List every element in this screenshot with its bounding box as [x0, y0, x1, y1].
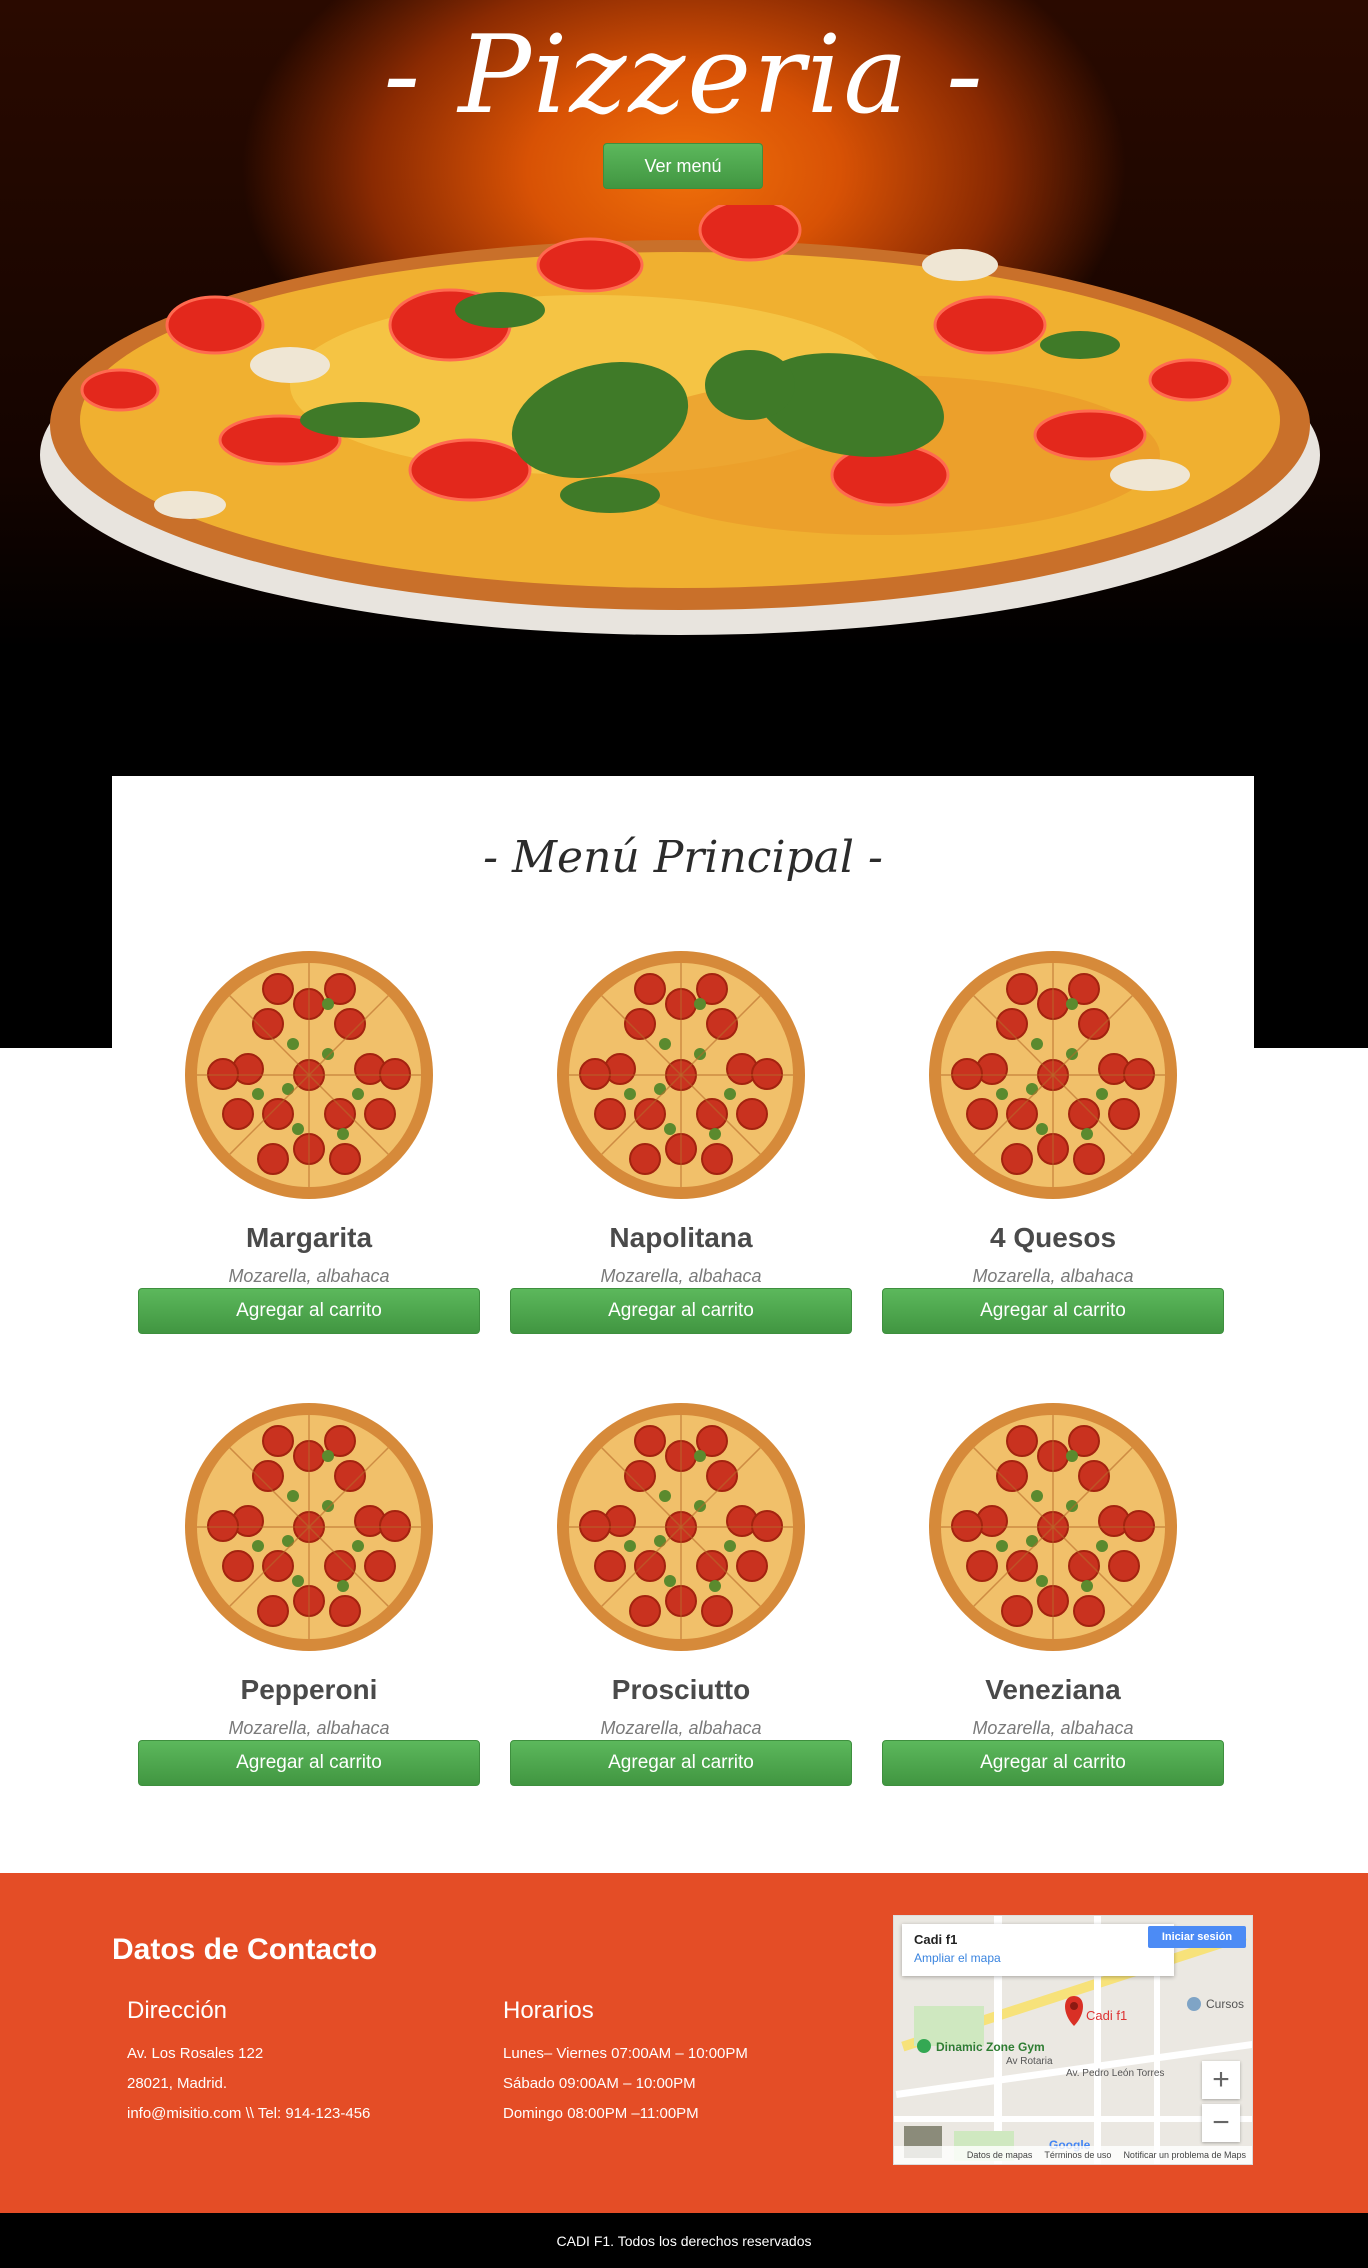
hours-column: Horarios Lunes– Viernes 07:00AM – 10:00P…: [503, 1997, 748, 2129]
hero-title: - Pizzeria -: [383, 13, 985, 138]
address-heading: Dirección: [127, 1997, 228, 2024]
map-poi: Dinamic Zone Gym: [936, 2040, 1045, 2054]
menu-item-name: Veneziana: [985, 1674, 1121, 1705]
address-column: Dirección Av. Los Rosales 122 28021, Mad…: [127, 1997, 370, 2129]
map-terms-link[interactable]: Términos de uso: [1044, 2150, 1111, 2160]
menu-item: 4 Quesos Mozarella, albahaca Agregar al ca…: [882, 944, 1224, 1364]
enlarge-map-link[interactable]: Ampliar el mapa: [914, 1951, 1162, 1965]
menu-item-description: Mozarella, albahaca: [228, 1266, 390, 1286]
pizza-image: [185, 1403, 433, 1651]
hours-line: Sábado 09:00AM – 10:00PM: [503, 2075, 696, 2092]
pizza-image: [929, 951, 1177, 1199]
hours-line: Domingo 08:00PM –11:00PM: [503, 2105, 699, 2122]
map-street: Av. Pedro León Torres: [1066, 2068, 1165, 2079]
add-to-cart-button[interactable]: Agregar al carrito: [882, 1288, 1224, 1334]
zoom-in-button[interactable]: +: [1202, 2061, 1240, 2099]
contact-title: Datos de Contacto: [112, 1933, 378, 1966]
location-map[interactable]: Cadi f1 Ampliar el mapa Iniciar sesión C…: [893, 1915, 1253, 2165]
menu-item-description: Mozarella, albahaca: [600, 1718, 762, 1738]
menu-item-name: 4 Quesos: [989, 1222, 1117, 1253]
pizza-image: [557, 1403, 805, 1651]
map-street: Av Rotaria: [1006, 2056, 1053, 2067]
menu-section: - Menú Principal - Margarita Mozarella, a…: [112, 776, 1254, 1870]
hours-heading: Horarios: [503, 1997, 594, 2024]
menu-item-name: Napolitana: [609, 1222, 753, 1253]
menu-item: Pepperoni Mozarella, albahaca Agregar al c…: [138, 1396, 480, 1816]
add-to-cart-button[interactable]: Agregar al carrito: [510, 1288, 852, 1334]
address-line: Av. Los Rosales 122: [127, 2045, 264, 2062]
map-place-name: Cadi f1: [914, 1932, 958, 1947]
add-to-cart-button[interactable]: Agregar al carrito: [882, 1740, 1224, 1786]
pizza-image: [929, 1403, 1177, 1651]
menu-item: Napolitana Mozarella, albahaca Agregar al …: [510, 944, 852, 1364]
menu-item: Margarita Mozarella, albahaca Agregar al c…: [138, 944, 480, 1364]
pizza-image: [557, 951, 805, 1199]
add-to-cart-button[interactable]: Agregar al carrito: [510, 1740, 852, 1786]
menu-item-description: Mozarella, albahaca: [600, 1266, 762, 1286]
menu-item-name: Margarita: [245, 1222, 373, 1253]
page-footer: CADI F1. Todos los derechos reservados: [0, 2213, 1368, 2268]
hero-pizza-image: [40, 205, 1320, 635]
menu-item-description: Mozarella, albahaca: [228, 1718, 390, 1738]
map-footer: Datos de mapas Términos de uso Notificar…: [894, 2146, 1252, 2164]
map-info-card: Cadi f1 Ampliar el mapa: [902, 1924, 1174, 1976]
contact-section: Datos de Contacto Dirección Av. Los Rosa…: [0, 1873, 1368, 2213]
menu-item: Prosciutto Mozarella, albahaca Agregar al …: [510, 1396, 852, 1816]
address-line: 28021, Madrid.: [127, 2075, 228, 2092]
map-pin-label: Cadi f1: [1086, 2008, 1128, 2023]
view-menu-button[interactable]: Ver menú: [603, 143, 763, 189]
map-login-button[interactable]: Iniciar sesión: [1148, 1926, 1246, 1948]
add-to-cart-button[interactable]: Agregar al carrito: [138, 1740, 480, 1786]
hours-line: Lunes– Viernes 07:00AM – 10:00PM: [503, 2045, 748, 2062]
add-to-cart-button[interactable]: Agregar al carrito: [138, 1288, 480, 1334]
menu-item-name: Prosciutto: [611, 1674, 751, 1705]
pizza-image: [185, 951, 433, 1199]
footer-copyright: CADI F1. Todos los derechos reservados: [556, 2232, 812, 2249]
email-phone-line: info@misitio.com \\ Tel: 914-123-456: [127, 2105, 371, 2122]
menu-title: - Menú Principal -: [483, 832, 883, 883]
zoom-out-button[interactable]: −: [1202, 2104, 1240, 2142]
menu-item-name: Pepperoni: [240, 1674, 378, 1705]
map-report-link[interactable]: Notificar un problema de Maps: [1123, 2150, 1246, 2160]
map-data-link[interactable]: Datos de mapas: [967, 2150, 1033, 2160]
map-poi: Cursos: [1206, 1997, 1245, 2011]
menu-item: Veneziana Mozarella, albahaca Agregar al c…: [882, 1396, 1224, 1816]
menu-item-description: Mozarella, albahaca: [972, 1718, 1134, 1738]
menu-item-description: Mozarella, albahaca: [972, 1266, 1134, 1286]
